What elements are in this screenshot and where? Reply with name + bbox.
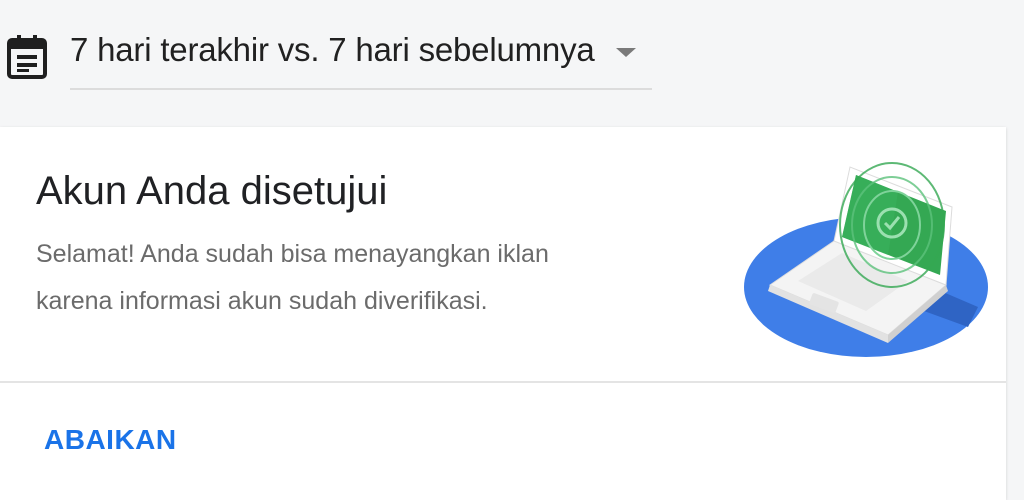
caret-down-icon[interactable]: [616, 48, 636, 57]
calendar-icon: [7, 35, 47, 79]
date-range-label: 7 hari terakhir vs. 7 hari sebelumnya: [70, 31, 595, 68]
laptop-verified-illustration: [744, 162, 988, 357]
account-approved-card: Akun Anda disetujui Selamat! Anda sudah …: [0, 127, 1006, 500]
date-range-selector[interactable]: 7 hari terakhir vs. 7 hari sebelumnya: [0, 0, 660, 92]
card-body-line: karena informasi akun sudah diverifikasi…: [36, 287, 488, 315]
card-divider: [0, 381, 1006, 383]
card-body-line: Selamat! Anda sudah bisa menayangkan ikl…: [36, 240, 549, 268]
page-root: 7 hari terakhir vs. 7 hari sebelumnya Ak…: [0, 0, 1024, 500]
dismiss-button[interactable]: ABAIKAN: [44, 423, 177, 457]
date-range-underline: [70, 88, 652, 90]
card-title: Akun Anda disetujui: [36, 169, 388, 213]
card-body: Selamat! Anda sudah bisa menayangkan ikl…: [36, 231, 676, 325]
